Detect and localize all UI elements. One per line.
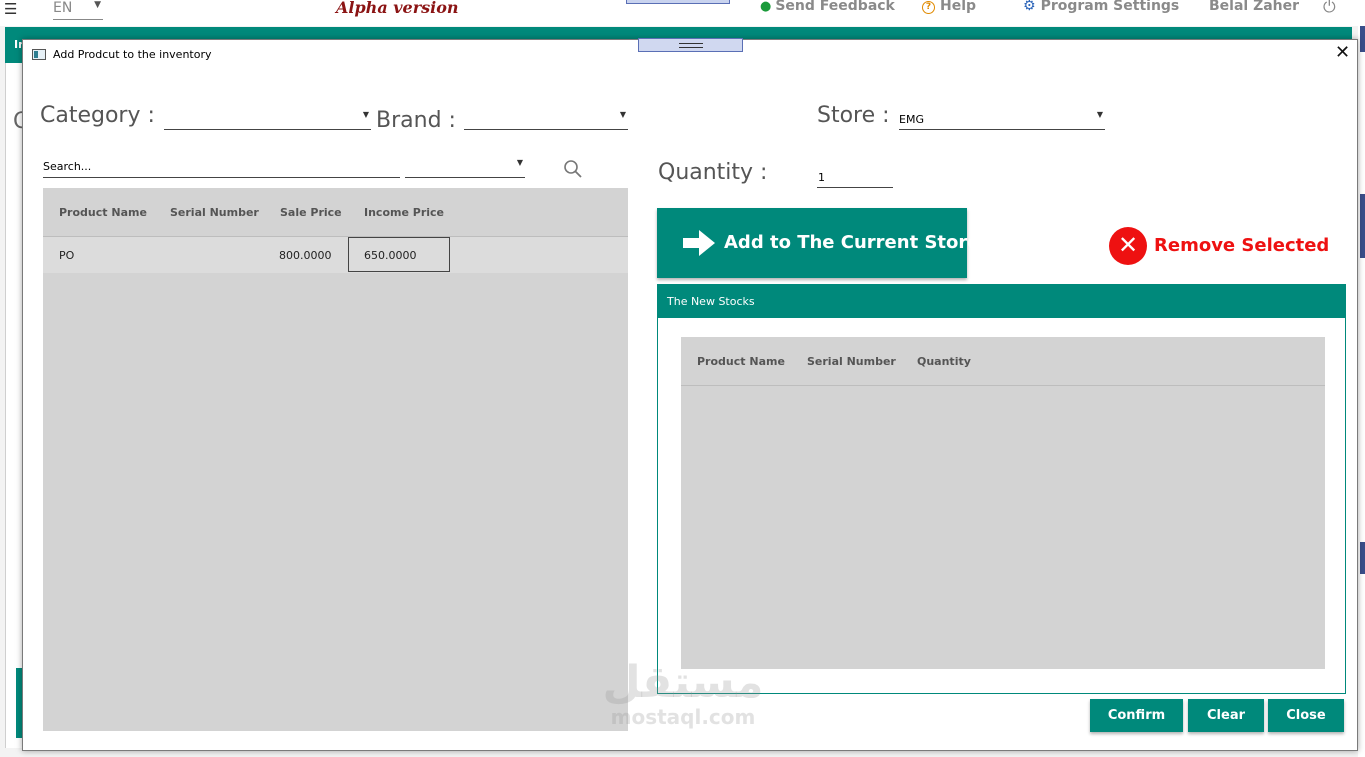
program-settings-link[interactable]: ⚙ Program Settings	[1023, 0, 1179, 14]
category-label: Category :	[40, 103, 155, 128]
clear-button[interactable]: Clear	[1188, 699, 1264, 732]
close-icon[interactable]: ✕	[1335, 44, 1350, 62]
column-header[interactable]: Serial Number	[170, 206, 259, 219]
app-root: ☰ EN ▼ Alpha version ● Send Feedback ? Hel…	[0, 0, 1365, 757]
product-name-cell[interactable]: PO	[59, 249, 74, 262]
send-feedback-link[interactable]: ● Send Feedback	[760, 0, 895, 14]
bulb-icon: ●	[760, 0, 772, 14]
gear-icon: ⚙	[1023, 0, 1036, 14]
search-input[interactable]: Search...	[43, 156, 400, 178]
products-table-header: Product Name Serial Number Sale Price In…	[43, 188, 628, 237]
store-value: EMG	[899, 113, 924, 126]
new-stocks-header: The New Stocks	[658, 285, 1345, 318]
help-link[interactable]: ? Help	[922, 0, 976, 14]
new-stocks-title: The New Stocks	[667, 295, 755, 308]
send-feedback-label: Send Feedback	[775, 0, 895, 14]
column-header[interactable]: Sale Price	[280, 206, 342, 219]
language-select[interactable]: EN ▼	[53, 0, 103, 20]
chevron-down-icon: ▼	[94, 0, 101, 10]
dialog-drag-handle[interactable]	[638, 38, 743, 52]
brand-label: Brand :	[376, 108, 456, 133]
search-filter-select[interactable]: ▼	[405, 156, 525, 178]
background-strip	[1360, 542, 1365, 574]
background-tab-handle[interactable]	[626, 0, 730, 4]
power-icon[interactable]: ⏻	[1323, 0, 1336, 17]
chevron-down-icon: ▼	[619, 110, 626, 119]
background-left-panel: C	[5, 63, 28, 748]
remove-x-icon: ✕	[1109, 227, 1147, 265]
chevron-down-icon: ▼	[516, 158, 523, 167]
search-icon[interactable]	[563, 159, 583, 181]
quantity-input[interactable]: 1	[817, 165, 893, 188]
new-stocks-panel: The New Stocks Product Name Serial Numbe…	[657, 284, 1346, 694]
language-value: EN	[53, 0, 73, 16]
table-row[interactable]: PO 800.0000 650.0000	[43, 237, 628, 273]
confirm-button[interactable]: Confirm	[1090, 699, 1183, 732]
stocks-table-header: Product Name Serial Number Quantity	[681, 337, 1325, 386]
background-right-edge	[1358, 26, 1365, 757]
add-to-store-button[interactable]: Add to The Current Store	[657, 208, 979, 278]
products-table[interactable]: Product Name Serial Number Sale Price In…	[43, 188, 628, 731]
background-strip	[1360, 26, 1365, 52]
app-topbar: ☰ EN ▼ Alpha version ● Send Feedback ? Hel…	[0, 0, 1365, 26]
search-placeholder: Search...	[43, 160, 92, 173]
category-select[interactable]: ▼	[164, 108, 371, 130]
income-price-cell[interactable]: 650.0000	[348, 237, 450, 272]
store-select[interactable]: EMG ▼	[899, 108, 1105, 130]
help-label: Help	[940, 0, 977, 14]
column-header[interactable]: Product Name	[697, 355, 785, 368]
column-header[interactable]: Quantity	[917, 355, 971, 368]
user-name[interactable]: Belal Zaher	[1209, 0, 1299, 14]
close-button[interactable]: Close	[1268, 699, 1344, 732]
add-product-dialog: Add Prodcut to the inventory ✕ Category …	[22, 38, 1358, 751]
chevron-down-icon: ▼	[1096, 110, 1103, 119]
column-header[interactable]: Serial Number	[807, 355, 896, 368]
column-header[interactable]: Income Price	[364, 206, 444, 219]
remove-selected-label: Remove Selected	[1154, 235, 1330, 256]
quantity-value: 1	[818, 171, 825, 184]
quantity-label: Quantity :	[658, 160, 768, 185]
menu-icon[interactable]: ☰	[4, 0, 17, 18]
add-to-store-label: Add to The Current Store	[724, 232, 980, 253]
window-icon	[32, 49, 46, 60]
dialog-title: Add Prodcut to the inventory	[53, 48, 212, 61]
income-price-value: 650.0000	[364, 249, 417, 262]
background-strip	[1360, 194, 1365, 258]
column-header[interactable]: Product Name	[59, 206, 147, 219]
chevron-down-icon: ▼	[362, 110, 369, 119]
version-label: Alpha version	[336, 0, 459, 17]
store-label: Store :	[817, 103, 890, 128]
help-icon: ?	[922, 1, 935, 14]
sale-price-cell[interactable]: 800.0000	[279, 249, 332, 262]
arrow-right-icon	[683, 230, 715, 256]
stocks-table[interactable]: Product Name Serial Number Quantity	[681, 337, 1325, 669]
program-settings-label: Program Settings	[1040, 0, 1180, 14]
brand-select[interactable]: ▼	[464, 108, 628, 130]
